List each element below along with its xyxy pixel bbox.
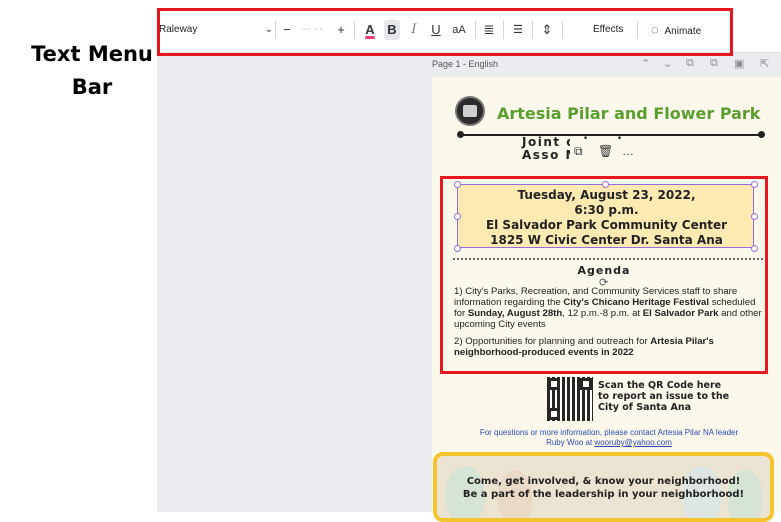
resize-handle[interactable] bbox=[751, 245, 758, 252]
contact-line1: For questions or more information, pleas… bbox=[479, 428, 739, 437]
agenda-item-1[interactable]: 1) City's Parks, Recreation, and Communi… bbox=[454, 286, 768, 330]
qr-text-line2: to report an issue to the bbox=[598, 391, 730, 402]
chevron-up-icon[interactable]: ⌃ bbox=[641, 57, 650, 71]
annotation-label-line2: Bar bbox=[71, 75, 113, 99]
copy-icon[interactable]: ⧉ bbox=[710, 57, 718, 71]
add-page-icon[interactable]: ⇱ bbox=[760, 57, 769, 71]
contact-line2: Ruby Woo at wooruby@yahoo.com bbox=[546, 438, 672, 447]
dotted-divider bbox=[453, 258, 763, 260]
resize-handle[interactable] bbox=[751, 181, 758, 188]
email-link[interactable]: wooruby@yahoo.com bbox=[594, 438, 672, 447]
banner-line2: Be a part of the leadership in your neig… bbox=[462, 489, 745, 500]
chevron-down-icon[interactable]: ⌄ bbox=[663, 57, 672, 71]
duplicate-icon[interactable]: ⧉ bbox=[574, 144, 583, 159]
rule-dot bbox=[457, 131, 464, 138]
more-options-icon[interactable]: … bbox=[622, 144, 634, 158]
qr-text-line1: Scan the QR Code here bbox=[598, 380, 722, 391]
annotation-label-line1: Text Menu bbox=[31, 42, 153, 66]
flyer-title[interactable]: Artesia Pilar and Flower Park bbox=[497, 104, 760, 123]
neighborhood-logo bbox=[455, 96, 485, 126]
agenda-item-2[interactable]: 2) Opportunities for planning and outrea… bbox=[454, 336, 768, 358]
resize-handle[interactable] bbox=[454, 181, 461, 188]
toolbar-highlight-box bbox=[157, 8, 733, 56]
rule-dot bbox=[758, 131, 765, 138]
qr-text-line3: City of Santa Ana bbox=[598, 402, 692, 413]
event-address: 1825 W Civic Center Dr. Santa Ana bbox=[490, 233, 723, 247]
duplicate-page-icon[interactable]: ⧉ bbox=[686, 57, 694, 71]
event-details-textbox[interactable]: Tuesday, August 23, 2022, 6:30 p.m. El S… bbox=[457, 184, 754, 248]
delete-icon[interactable]: 🗑 bbox=[598, 144, 613, 158]
event-date: Tuesday, August 23, 2022, bbox=[517, 188, 696, 202]
resize-handle[interactable] bbox=[602, 181, 609, 188]
event-time: 6:30 p.m. bbox=[574, 203, 639, 217]
element-floating-menu: ⧉ 🗑 … bbox=[570, 139, 642, 163]
resize-handle[interactable] bbox=[454, 213, 461, 220]
page-label: Page 1 - English bbox=[432, 59, 499, 69]
event-venue: El Salvador Park Community Center bbox=[485, 218, 728, 232]
banner-line1: Come, get involved, & know your neighbor… bbox=[466, 476, 741, 487]
qr-code-image bbox=[547, 377, 593, 421]
resize-handle[interactable] bbox=[751, 213, 758, 220]
delete-icon[interactable]: ▣ bbox=[734, 57, 744, 71]
resize-handle[interactable] bbox=[454, 245, 461, 252]
annotation-label: Text Menu Bar bbox=[28, 38, 156, 104]
